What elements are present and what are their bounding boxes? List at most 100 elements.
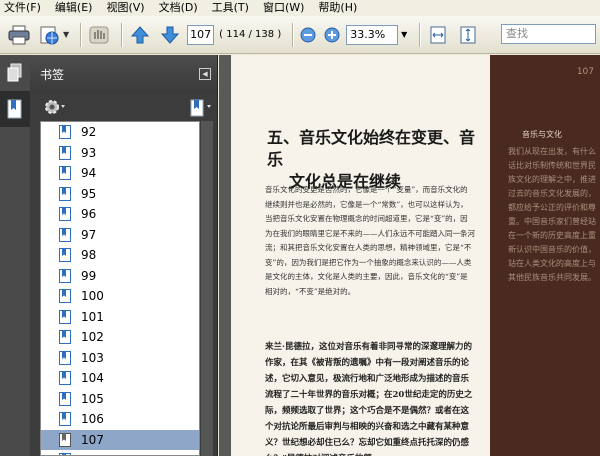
print-button[interactable] — [6, 22, 32, 48]
bookmark-item[interactable]: 100 — [41, 286, 199, 307]
collapse-panel-button[interactable]: ◀ — [199, 68, 211, 80]
bookmark-item[interactable]: 107 — [41, 429, 199, 450]
bookmarks-tools — [30, 93, 217, 121]
share-button[interactable] — [36, 22, 62, 48]
separator — [80, 22, 82, 47]
bookmark-icon — [59, 248, 71, 263]
paragraph-2: 来兰·昆德拉，这位对音乐有着非同寻常的深邃理解力的作家，在其《被背叛的遗嘱》中有… — [265, 342, 473, 456]
separator — [419, 22, 421, 47]
bookmarks-list: 92 93 94 95 96 97 98 99 100 101 102 103 104 105 106 107… — [40, 121, 200, 456]
pages-panel-button[interactable] — [0, 55, 30, 91]
bookmark-label: 102 — [81, 330, 104, 345]
bookmarks-panel: 书签 ◀ 92 93 94 95 96 97 98 99 100 101 102 103 104 105 1… — [30, 55, 218, 456]
bookmark-label: 107 — [81, 432, 104, 447]
right-page-heading: 音乐与文化 — [522, 130, 562, 139]
reader-window: 文件(F) 编辑(E) 视图(V) 文档(D) 工具(T) 窗口(W) 帮助(H… — [0, 0, 600, 456]
separator — [121, 22, 123, 47]
menu-document[interactable]: 文档(D) — [159, 0, 198, 16]
bookmark-label: 92 — [81, 125, 97, 140]
zoom-level-input[interactable]: 33.3% — [346, 24, 399, 45]
bookmark-item[interactable]: 99 — [41, 266, 199, 287]
bookmark-label: 98 — [81, 248, 97, 263]
separator — [292, 22, 294, 47]
zoom-out-button[interactable] — [298, 22, 318, 48]
bookmark-item[interactable]: 105 — [41, 389, 199, 410]
search-input[interactable]: 查找 — [501, 24, 596, 44]
bookmark-item[interactable]: 104 — [41, 368, 199, 389]
menu-view[interactable]: 视图(V) — [106, 0, 144, 16]
chapter-title-line-1: 五、音乐文化始终在变更、音乐 — [267, 128, 476, 169]
page-number-input[interactable]: 107 — [187, 24, 215, 45]
bookmark-icon — [59, 432, 71, 447]
bookmark-label: 106 — [81, 412, 104, 427]
right-page-body: 我们从现在出发，有什么话比对乐制传统和世界民族文化的理解之中，推进过去的音乐文化… — [508, 147, 596, 282]
toolbar: ▼ 107 ( 114 / 138 ) 33.3% ▼ 查找 — [0, 16, 600, 54]
menu-bar: 文件(F) 编辑(E) 视图(V) 文档(D) 工具(T) 窗口(W) 帮助(H… — [0, 0, 600, 16]
menu-tools[interactable]: 工具(T) — [212, 0, 249, 16]
bookmark-item[interactable]: 93 — [41, 143, 199, 164]
bookmark-icon — [59, 207, 71, 222]
previous-page-button[interactable] — [127, 22, 153, 48]
bookmark-item[interactable]: 103 — [41, 348, 199, 369]
bookmark-icon — [59, 289, 71, 304]
document-view: 五、音乐文化始终在变更、音乐 文化总是在继续 音乐文化的变更是否然的，它像是一个… — [219, 55, 600, 456]
bookmark-icon — [59, 350, 71, 365]
fit-page-icon — [460, 26, 476, 43]
bookmark-label: 104 — [81, 371, 104, 386]
bookmark-item[interactable]: 102 — [41, 327, 199, 348]
bookmark-icon — [59, 125, 71, 140]
navigation-pane-strip — [0, 55, 30, 456]
bookmark-item[interactable]: 101 — [41, 307, 199, 328]
next-page-button[interactable] — [157, 22, 183, 48]
fit-width-button[interactable] — [425, 22, 451, 48]
bookmark-label: 95 — [81, 186, 97, 201]
bookmark-item[interactable]: 94 — [41, 163, 199, 184]
bookmark-icon — [59, 227, 71, 242]
bookmark-label: 101 — [81, 309, 104, 324]
bookmark-item[interactable]: 97 — [41, 225, 199, 246]
fit-width-icon — [430, 26, 446, 43]
right-page-number: 107 — [576, 67, 594, 77]
page-left: 五、音乐文化始终在变更、音乐 文化总是在继续 音乐文化的变更是否然的，它像是一个… — [231, 55, 490, 456]
bookmarks-scrollbar[interactable] — [201, 121, 213, 456]
menu-edit[interactable]: 编辑(E) — [55, 0, 93, 16]
bookmark-icon — [59, 166, 71, 181]
zoom-in-button[interactable] — [322, 22, 342, 48]
page-right: 107 音乐与文化 我们从现在出发，有什么话比对乐制传统和世界民族文化的理解之中… — [490, 55, 600, 456]
zoom-out-icon — [300, 27, 316, 42]
bookmark-label: 96 — [81, 207, 97, 222]
bookmark-icon — [7, 99, 22, 119]
bookmark-icon — [59, 330, 71, 345]
bookmark-label: 105 — [81, 391, 104, 406]
gear-icon[interactable] — [44, 99, 66, 115]
bookmark-label: 100 — [81, 289, 104, 304]
bookmark-item[interactable]: 95 — [41, 184, 199, 205]
new-bookmark-icon[interactable] — [190, 99, 212, 117]
menu-window[interactable]: 窗口(W) — [263, 0, 304, 16]
bookmarks-panel-button[interactable] — [0, 91, 30, 127]
share-dropdown-icon[interactable]: ▼ — [63, 30, 69, 39]
globe-icon — [40, 26, 59, 44]
bookmark-icon — [59, 412, 71, 427]
fit-page-button[interactable] — [455, 22, 481, 48]
bookmark-label: 94 — [81, 166, 97, 181]
hand-tool-button[interactable] — [86, 22, 112, 48]
zoom-dropdown-icon[interactable]: ▼ — [398, 25, 410, 45]
bookmark-item[interactable]: 108 — [41, 450, 199, 455]
bookmark-label: 93 — [81, 145, 97, 160]
bookmark-icon — [59, 371, 71, 386]
arrow-down-icon — [161, 26, 180, 44]
bookmark-item[interactable]: 92 — [41, 122, 199, 143]
menu-help[interactable]: 帮助(H) — [318, 0, 357, 16]
bookmark-item[interactable]: 106 — [41, 409, 199, 430]
menu-file[interactable]: 文件(F) — [4, 0, 41, 16]
hand-icon — [89, 26, 109, 43]
pages-icon — [7, 63, 22, 82]
bookmark-item[interactable]: 96 — [41, 204, 199, 225]
bookmarks-title: 书签 — [40, 67, 65, 82]
bookmark-icon — [59, 309, 71, 324]
bookmarks-header: 书签 ◀ — [30, 55, 217, 93]
bookmark-item[interactable]: 98 — [41, 245, 199, 266]
bookmark-icon — [59, 186, 71, 201]
paragraph-1: 音乐文化的变更是否然的，它像是一个“变量”，而音乐文化的继续则并也是必然的，它像… — [265, 185, 475, 296]
